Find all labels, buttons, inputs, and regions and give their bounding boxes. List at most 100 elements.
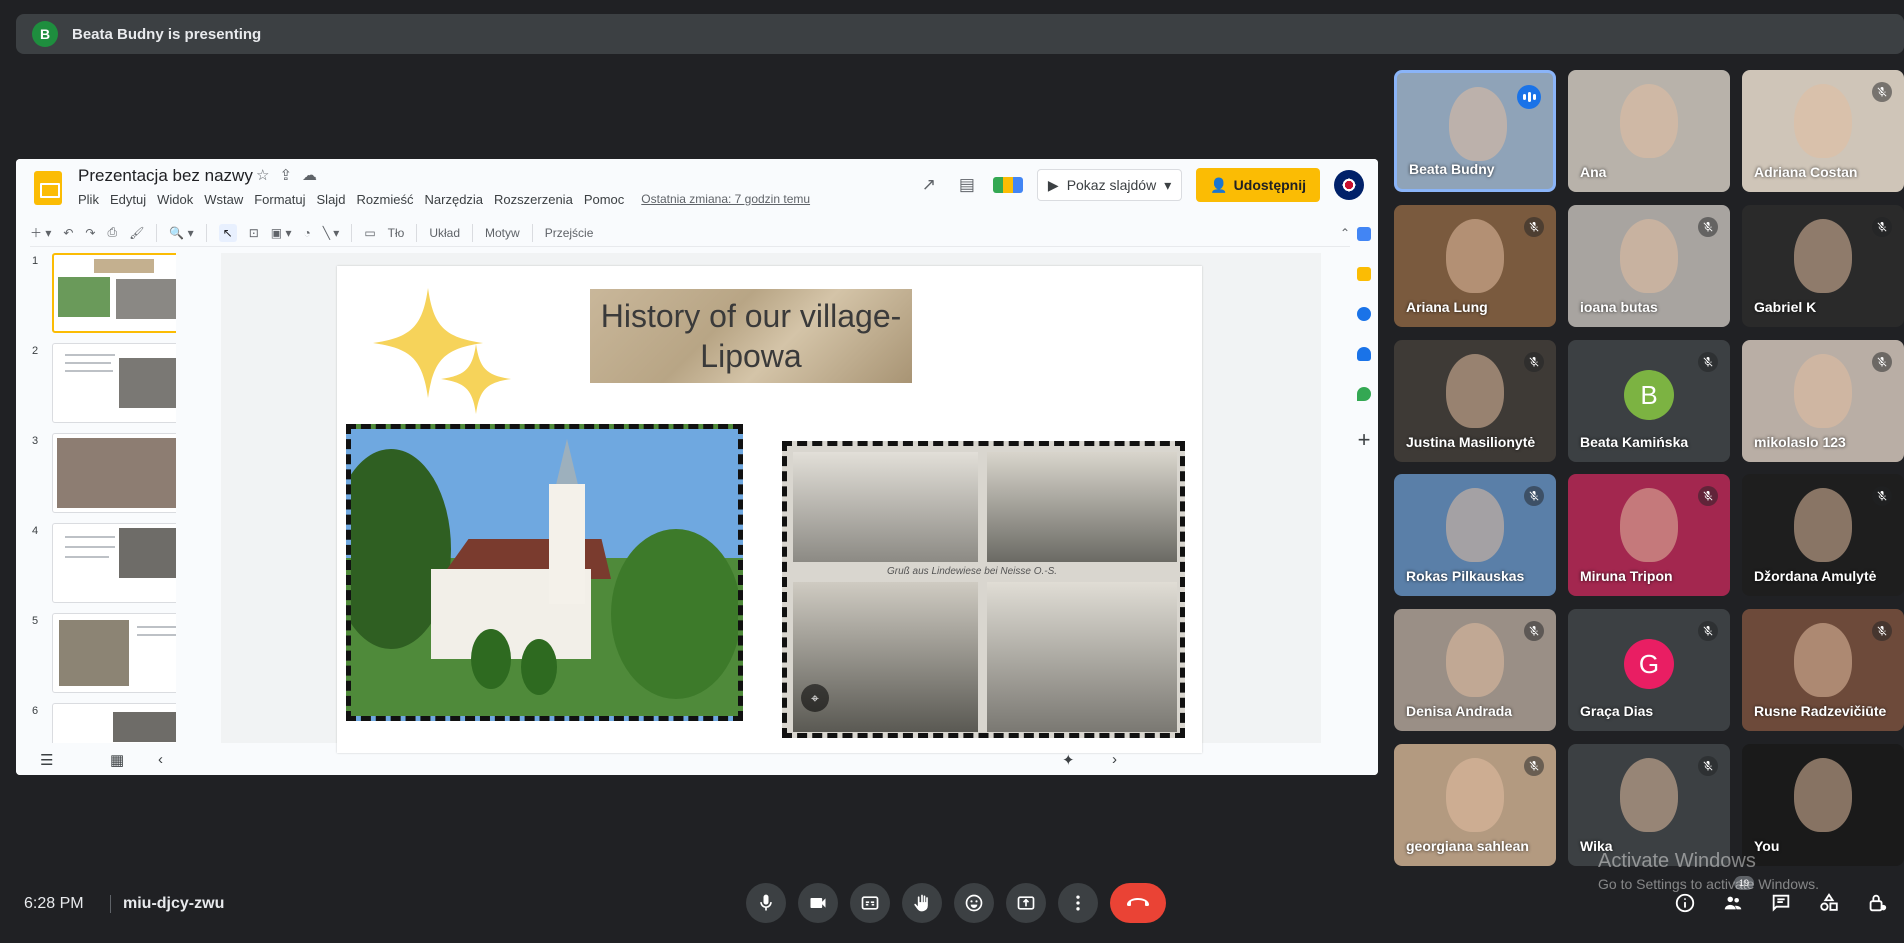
- microphone-button[interactable]: [746, 883, 786, 923]
- participant-tile[interactable]: Justina Masilionytė: [1394, 340, 1556, 462]
- slide-thumbnail-4[interactable]: [52, 523, 176, 603]
- layout-button[interactable]: Układ: [429, 226, 460, 240]
- collapse-toolbar-icon[interactable]: ⌃: [1340, 226, 1350, 240]
- slides-logo-icon[interactable]: [34, 171, 62, 205]
- doc-title[interactable]: Prezentacja bez nazwy: [78, 166, 253, 186]
- contacts-icon[interactable]: [1357, 347, 1371, 361]
- shape-icon[interactable]: ◔: [303, 226, 310, 240]
- participant-tile[interactable]: Rokas Pilkauskas: [1394, 474, 1556, 596]
- meeting-details-button[interactable]: [1672, 890, 1698, 916]
- zoom-icon[interactable]: 🔍 ▾: [169, 226, 193, 240]
- textbox-icon[interactable]: ⊡: [249, 226, 259, 240]
- last-edit-link[interactable]: Ostatnia zmiana: 7 godzin temu: [641, 192, 810, 207]
- slideshow-button[interactable]: ▶ Pokaz slajdów ▾: [1036, 169, 1183, 201]
- theme-button[interactable]: Motyw: [485, 226, 520, 240]
- scan-icon[interactable]: ⌖: [801, 684, 829, 712]
- menu-insert[interactable]: Wstaw: [204, 192, 243, 207]
- tasks-icon[interactable]: [1357, 307, 1371, 321]
- menu-file[interactable]: Plik: [78, 192, 99, 207]
- postcard-photo[interactable]: Gruß aus Lindewiese bei Neisse O.-S. ⌖: [782, 441, 1185, 738]
- captions-button[interactable]: [850, 883, 890, 923]
- add-addon-icon[interactable]: +: [1358, 427, 1371, 453]
- paint-format-icon[interactable]: 🖌: [129, 226, 144, 240]
- transition-button[interactable]: Przejście: [545, 226, 594, 240]
- maps-icon[interactable]: [1357, 387, 1371, 401]
- menu-format[interactable]: Formatuj: [254, 192, 305, 207]
- print-icon[interactable]: ⎙: [107, 225, 117, 240]
- account-avatar[interactable]: [1334, 170, 1364, 200]
- image-icon[interactable]: ▣ ▾: [271, 226, 292, 240]
- menu-arrange[interactable]: Rozmieść: [356, 192, 413, 207]
- move-icon[interactable]: ⇪: [279, 166, 292, 184]
- host-controls-button[interactable]: [1864, 890, 1890, 916]
- activity-icon[interactable]: ↗: [917, 175, 941, 195]
- share-button[interactable]: 👤 Udostępnij: [1196, 168, 1320, 202]
- slide-thumbnail-2[interactable]: [52, 343, 176, 423]
- cloud-status-icon[interactable]: ☁: [302, 166, 317, 184]
- undo-icon[interactable]: ↶: [63, 226, 73, 240]
- participant-tile[interactable]: Ana: [1568, 70, 1730, 192]
- participant-tile[interactable]: B Beata Kamińska: [1568, 340, 1730, 462]
- thumb-row[interactable]: 6: [16, 703, 176, 743]
- leave-call-button[interactable]: [1110, 883, 1166, 923]
- thumb-row[interactable]: 1: [16, 253, 176, 343]
- comment-icon[interactable]: ▭: [364, 226, 375, 240]
- redo-icon[interactable]: ↷: [85, 226, 95, 240]
- participant-tile[interactable]: Džordana Amulytė: [1742, 474, 1904, 596]
- star-icon[interactable]: ☆: [256, 166, 269, 184]
- menu-view[interactable]: Widok: [157, 192, 193, 207]
- meeting-code[interactable]: miu-djcy-zwu: [110, 895, 224, 913]
- camera-button[interactable]: [798, 883, 838, 923]
- participant-tile[interactable]: Denisa Andrada: [1394, 609, 1556, 731]
- chat-button[interactable]: [1768, 890, 1794, 916]
- participant-tile[interactable]: georgiana sahlean: [1394, 744, 1556, 866]
- activities-button[interactable]: [1816, 890, 1842, 916]
- thumb-row[interactable]: 2: [16, 343, 176, 433]
- reactions-button[interactable]: [954, 883, 994, 923]
- collapse-filmstrip-icon[interactable]: ‹: [158, 751, 163, 768]
- slide-thumbnail-5[interactable]: [52, 613, 176, 693]
- new-slide-icon[interactable]: ＋ ▾: [30, 224, 51, 241]
- raise-hand-button[interactable]: [902, 883, 942, 923]
- thumb-row[interactable]: 5: [16, 613, 176, 703]
- chevron-down-icon[interactable]: ▾: [1164, 177, 1171, 194]
- menu-help[interactable]: Pomoc: [584, 192, 624, 207]
- filmstrip-view-icon[interactable]: ☰: [40, 751, 53, 769]
- participant-tile[interactable]: Miruna Tripon: [1568, 474, 1730, 596]
- line-icon[interactable]: ╲ ▾: [323, 226, 340, 240]
- keep-icon[interactable]: [1357, 267, 1371, 281]
- participant-tile[interactable]: You: [1742, 744, 1904, 866]
- participant-tile[interactable]: Adriana Costan: [1742, 70, 1904, 192]
- participant-tile[interactable]: Wika: [1568, 744, 1730, 866]
- participant-tile[interactable]: mikolaslo 123: [1742, 340, 1904, 462]
- current-slide[interactable]: History of our village- Lipowa Gruß aus …: [337, 266, 1202, 753]
- participant-tile[interactable]: Gabriel K: [1742, 205, 1904, 327]
- participant-tile[interactable]: ioana butas: [1568, 205, 1730, 327]
- grid-view-icon[interactable]: ▦: [110, 751, 124, 769]
- people-button[interactable]: [1720, 890, 1746, 916]
- slide-title-box[interactable]: History of our village- Lipowa: [590, 289, 912, 383]
- slide-thumbnail-3[interactable]: [52, 433, 176, 513]
- menu-edit[interactable]: Edytuj: [110, 192, 146, 207]
- present-button[interactable]: [1006, 883, 1046, 923]
- expand-panel-icon[interactable]: ›: [1112, 751, 1117, 768]
- menu-tools[interactable]: Narzędzia: [425, 192, 484, 207]
- comments-icon[interactable]: ▤: [955, 175, 979, 195]
- slide-thumbnail-6[interactable]: [52, 703, 176, 743]
- church-photo[interactable]: [346, 424, 743, 721]
- more-options-button[interactable]: [1058, 883, 1098, 923]
- thumb-row[interactable]: 3: [16, 433, 176, 523]
- participant-tile[interactable]: Rusne Radzevičiūte: [1742, 609, 1904, 731]
- thumb-row[interactable]: 4: [16, 523, 176, 613]
- participant-tile[interactable]: G Graça Dias: [1568, 609, 1730, 731]
- meet-present-icon[interactable]: [992, 177, 1023, 193]
- explore-icon[interactable]: ✦: [1062, 751, 1075, 769]
- background-button[interactable]: Tło: [388, 226, 405, 240]
- participant-tile[interactable]: Ariana Lung: [1394, 205, 1556, 327]
- menu-extensions[interactable]: Rozszerzenia: [494, 192, 573, 207]
- calendar-icon[interactable]: [1357, 227, 1371, 241]
- participant-tile[interactable]: Beata Budny: [1394, 70, 1556, 192]
- slide-thumbnail-1[interactable]: [52, 253, 176, 333]
- menu-slide[interactable]: Slajd: [317, 192, 346, 207]
- select-icon[interactable]: ↖: [218, 223, 237, 242]
